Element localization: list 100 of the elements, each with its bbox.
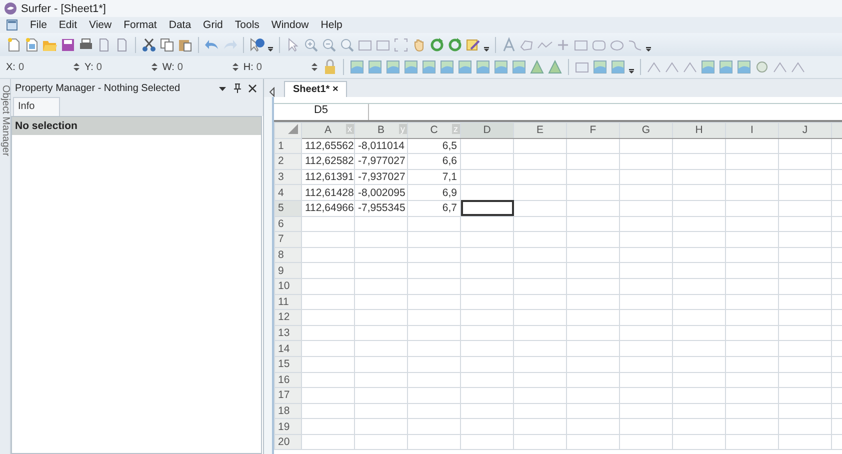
row-header[interactable]: 15 xyxy=(274,356,302,372)
map-icon[interactable] xyxy=(718,59,734,75)
row-header[interactable]: 1 xyxy=(274,138,302,154)
coordinate-field[interactable]: 0 xyxy=(18,62,70,72)
row-header[interactable]: 9 xyxy=(274,262,302,278)
object-manager-tab[interactable]: Object Manager xyxy=(0,79,11,454)
map-icon[interactable] xyxy=(736,59,752,75)
zoom-out-icon[interactable] xyxy=(321,36,337,52)
sheet-tab[interactable]: Sheet1* × xyxy=(284,81,348,97)
menu-item[interactable]: View xyxy=(89,19,112,31)
row-header[interactable]: 10 xyxy=(274,278,302,294)
coordinate-field[interactable]: 0 xyxy=(96,62,148,72)
table-cell: 6,9 xyxy=(408,184,460,200)
cell-name-box[interactable]: D5 xyxy=(274,104,369,120)
scissors-icon[interactable] xyxy=(141,36,157,52)
section-header: No selection xyxy=(12,117,261,135)
column-header[interactable]: F xyxy=(566,122,620,138)
text-tool-icon[interactable] xyxy=(501,36,517,52)
row-header[interactable]: 18 xyxy=(274,403,302,419)
map-icon[interactable] xyxy=(367,59,384,75)
map-icon[interactable] xyxy=(421,59,438,75)
refresh-icon[interactable] xyxy=(447,36,463,52)
row-header[interactable]: 2 xyxy=(274,154,302,170)
map-icon[interactable] xyxy=(700,59,716,75)
map-icon[interactable] xyxy=(475,59,492,75)
row-header[interactable]: 8 xyxy=(274,247,302,263)
row-header[interactable]: 19 xyxy=(274,418,302,434)
menu-item[interactable]: Data xyxy=(168,19,192,31)
row-header[interactable]: 16 xyxy=(274,372,302,388)
row-header[interactable]: 14 xyxy=(274,340,302,356)
map-icon[interactable] xyxy=(403,59,420,75)
frame-icon[interactable] xyxy=(393,36,409,52)
copy-icon[interactable] xyxy=(159,36,175,52)
map-icon[interactable] xyxy=(511,59,528,75)
row-header[interactable]: 11 xyxy=(274,294,302,310)
column-header[interactable]: H xyxy=(672,122,726,138)
menu-item[interactable]: Tools xyxy=(234,19,260,31)
table-cell: -8,002095 xyxy=(354,184,408,200)
menu-item[interactable]: Grid xyxy=(203,19,223,31)
column-header[interactable]: G xyxy=(620,122,672,138)
table-cell: -7,955345 xyxy=(354,200,408,216)
row-header[interactable]: 7 xyxy=(274,232,302,248)
menu-item[interactable]: File xyxy=(30,19,47,31)
map-icon[interactable] xyxy=(457,59,474,75)
table-cell: 112,62582 xyxy=(302,154,354,170)
row-header[interactable]: 17 xyxy=(274,388,302,404)
map-icon[interactable] xyxy=(592,59,608,75)
column-header[interactable]: E xyxy=(514,122,566,138)
coordinate-field[interactable]: 0 xyxy=(256,62,308,72)
coordinate-label: H: xyxy=(243,62,254,72)
column-header[interactable]: D xyxy=(460,122,514,138)
column-header[interactable]: J xyxy=(778,122,832,138)
new-sheet-icon[interactable] xyxy=(24,36,40,52)
save-icon[interactable] xyxy=(60,36,76,52)
scroll-left-icon[interactable] xyxy=(268,87,276,97)
triangle-icon[interactable] xyxy=(547,59,564,75)
select-all-icon[interactable] xyxy=(288,124,298,134)
spinner-icon[interactable] xyxy=(311,62,318,72)
menu-item[interactable]: Window xyxy=(271,19,309,31)
pin-icon[interactable] xyxy=(233,83,242,93)
row-header[interactable]: 4 xyxy=(274,184,302,200)
spinner-icon[interactable] xyxy=(73,62,80,72)
row-header[interactable]: 12 xyxy=(274,310,302,326)
magnifier-icon[interactable] xyxy=(339,36,355,52)
triangle-icon[interactable] xyxy=(529,59,546,75)
menu-item[interactable]: Edit xyxy=(58,19,78,31)
spinner-icon[interactable] xyxy=(151,62,158,72)
table-cell: 112,64966 xyxy=(302,200,354,216)
table-cell: -7,937027 xyxy=(354,169,408,185)
map-icon[interactable] xyxy=(493,59,510,75)
coordinate-label: X: xyxy=(6,62,16,72)
document-icon[interactable] xyxy=(6,19,18,31)
zoom-in-icon[interactable] xyxy=(303,36,319,52)
row-header[interactable]: 5 xyxy=(274,200,302,216)
menu-item[interactable]: Format xyxy=(124,19,157,31)
row-header[interactable]: 3 xyxy=(274,169,302,185)
spinner-icon[interactable] xyxy=(232,62,240,72)
row-header[interactable]: 13 xyxy=(274,325,302,341)
new-file-icon[interactable] xyxy=(6,36,22,52)
panel-title: Property Manager - Nothing Selected xyxy=(15,82,180,94)
coordinate-field[interactable]: 0 xyxy=(177,62,230,72)
row-header[interactable]: 20 xyxy=(274,434,302,450)
pencil-icon[interactable] xyxy=(465,36,481,52)
refresh-icon[interactable] xyxy=(429,36,445,52)
close-icon[interactable] xyxy=(248,84,257,92)
table-cell: 7,1 xyxy=(408,169,460,185)
coordinate-label: W: xyxy=(162,62,174,72)
map-icon[interactable] xyxy=(349,59,366,75)
column-header[interactable]: I xyxy=(726,122,778,138)
table-cell: 112,61428 xyxy=(302,184,354,200)
info-tab[interactable]: Info xyxy=(13,97,60,116)
table-cell: 6,6 xyxy=(408,154,460,170)
map-icon[interactable] xyxy=(439,59,456,75)
help-icon[interactable] xyxy=(249,36,265,52)
map-icon[interactable] xyxy=(385,59,402,75)
row-header[interactable]: 6 xyxy=(274,216,302,232)
table-cell: 112,65562 xyxy=(302,138,354,154)
menu-item[interactable]: Help xyxy=(320,19,342,31)
ellipse-icon[interactable] xyxy=(754,59,770,75)
coordinate-label: Y: xyxy=(84,62,94,72)
